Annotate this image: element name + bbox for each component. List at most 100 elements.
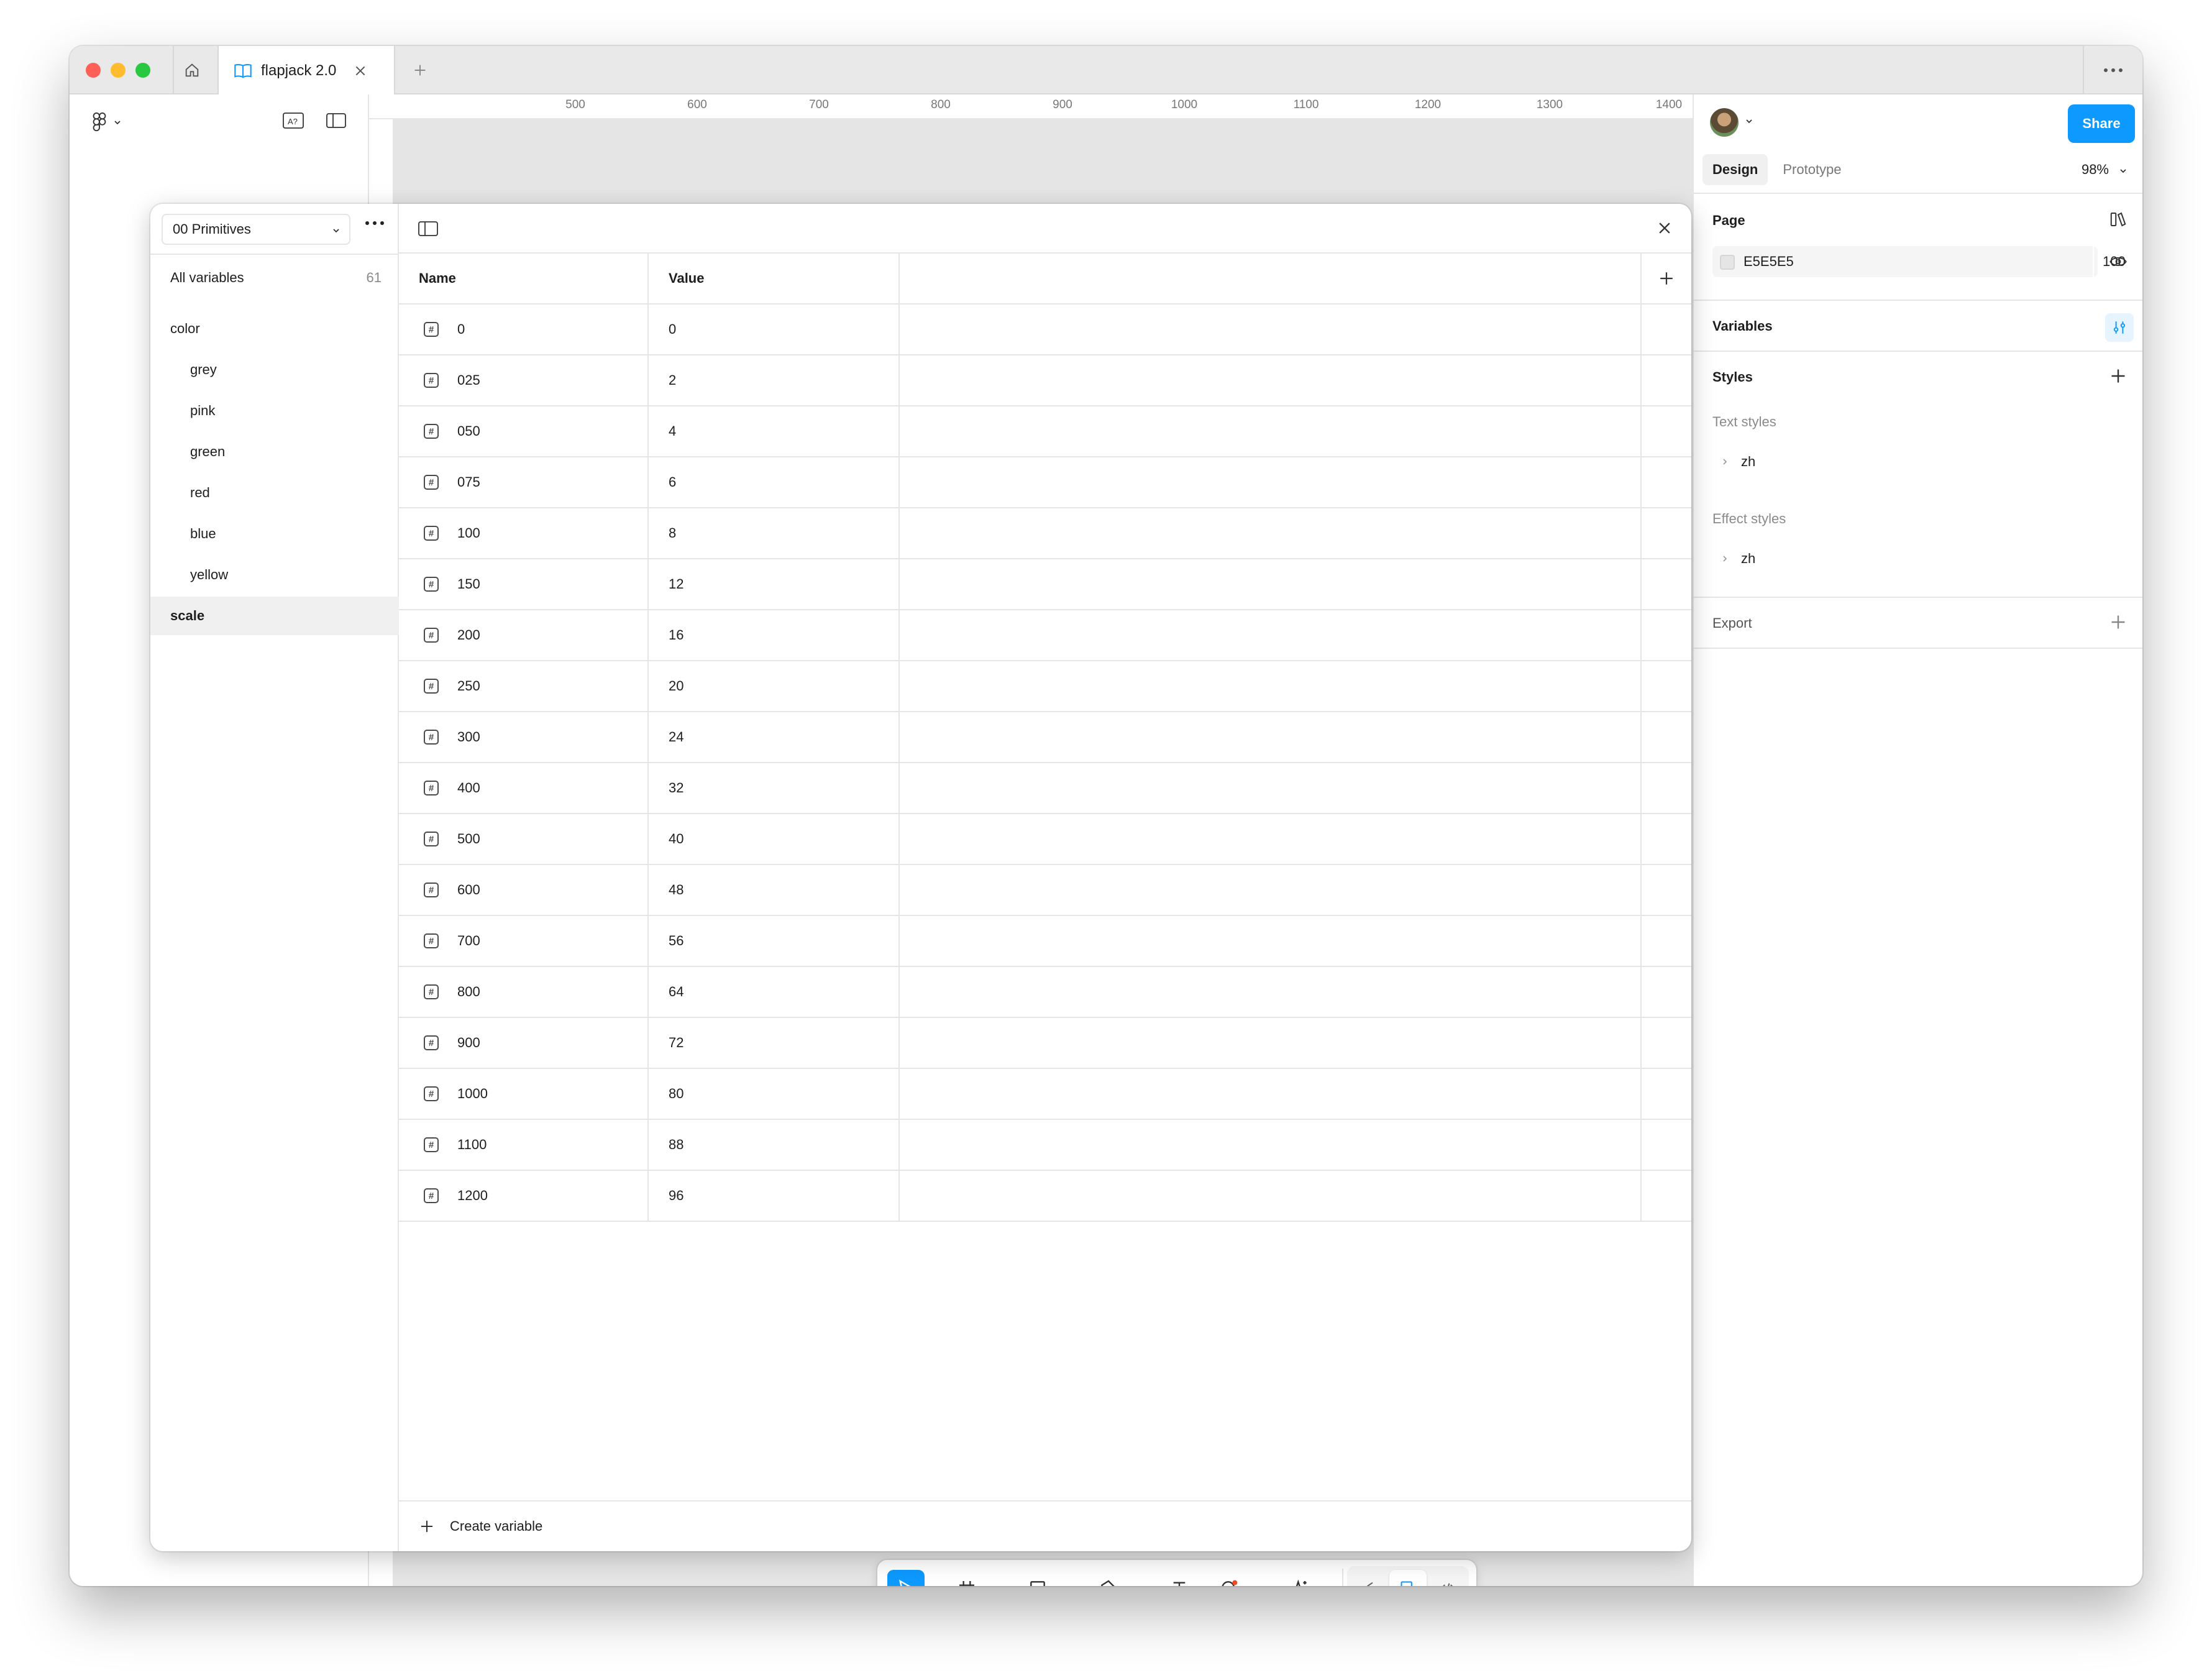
table-row[interactable]: #1000 80 (399, 1069, 1691, 1120)
table-row[interactable]: #1200 96 (399, 1171, 1691, 1222)
variable-value-cell[interactable]: 12 (649, 559, 900, 609)
variable-name-cell[interactable]: #050 (399, 406, 649, 456)
chevron-down-icon[interactable] (1264, 1584, 1273, 1586)
chevron-down-icon[interactable] (2119, 167, 2127, 175)
variable-name-cell[interactable]: #800 (399, 967, 649, 1017)
add-mode-icon[interactable] (1658, 270, 1675, 287)
home-button[interactable] (173, 46, 210, 94)
table-row[interactable]: #150 12 (399, 559, 1691, 610)
table-row[interactable]: #200 16 (399, 610, 1691, 661)
file-tab[interactable]: flapjack 2.0 (217, 46, 395, 96)
variable-value-cell[interactable]: 2 (649, 355, 900, 405)
variable-name-cell[interactable]: #200 (399, 610, 649, 660)
variables-button[interactable] (2105, 313, 2134, 342)
text-tool-button[interactable] (1161, 1570, 1198, 1586)
close-window-button[interactable] (86, 63, 101, 78)
variable-value-cell[interactable]: 56 (649, 916, 900, 966)
variable-value-cell[interactable]: 0 (649, 305, 900, 354)
add-style-icon[interactable] (2109, 367, 2127, 385)
sidebar-toggle-icon[interactable] (326, 112, 347, 129)
avatar[interactable] (1710, 108, 1739, 137)
variable-name-cell[interactable]: #300 (399, 712, 649, 762)
variable-name-cell[interactable]: #250 (399, 661, 649, 711)
create-variable-button[interactable]: Create variable (399, 1500, 1691, 1551)
variable-value-cell[interactable]: 32 (649, 763, 900, 813)
variable-value-cell[interactable]: 96 (649, 1171, 900, 1221)
ai-actions-button[interactable] (1281, 1570, 1319, 1586)
table-row[interactable]: #1100 88 (399, 1120, 1691, 1171)
group-item-red[interactable]: red (150, 474, 399, 512)
page-color-hex[interactable]: E5E5E5 (1744, 254, 1794, 270)
maximize-window-button[interactable] (135, 63, 150, 78)
group-item-blue[interactable]: blue (150, 515, 399, 553)
variable-value-cell[interactable]: 40 (649, 814, 900, 864)
zoom-level[interactable]: 98% (2082, 162, 2109, 178)
variable-value-cell[interactable]: 88 (649, 1120, 900, 1170)
table-row[interactable]: #075 6 (399, 457, 1691, 508)
variable-name-cell[interactable]: #900 (399, 1018, 649, 1068)
variable-name-cell[interactable]: #400 (399, 763, 649, 813)
pen-tool-button[interactable] (1090, 1570, 1127, 1586)
variable-name-cell[interactable]: #600 (399, 865, 649, 915)
chevron-down-icon[interactable] (1072, 1584, 1081, 1586)
group-item-color[interactable]: color (150, 309, 399, 348)
collection-select[interactable]: 00 Primitives (162, 214, 350, 245)
variable-name-cell[interactable]: #150 (399, 559, 649, 609)
dev-mode-button[interactable] (1429, 1570, 1466, 1586)
table-row[interactable]: #025 2 (399, 355, 1691, 406)
all-variables-item[interactable]: All variables 61 (170, 270, 382, 286)
close-icon[interactable] (1657, 220, 1673, 236)
tab-design[interactable]: Design (1702, 154, 1768, 185)
group-item-grey[interactable]: grey (150, 351, 399, 389)
close-tab-icon[interactable] (354, 64, 367, 78)
comment-tool-button[interactable] (1210, 1570, 1248, 1586)
variable-value-cell[interactable]: 48 (649, 865, 900, 915)
effect-style-group[interactable]: zh (1721, 551, 1755, 567)
color-swatch[interactable] (1720, 255, 1735, 270)
variable-name-cell[interactable]: #075 (399, 457, 649, 507)
chevron-down-icon[interactable] (1745, 117, 1753, 126)
page-color-field[interactable]: E5E5E5 100 % (1712, 246, 2126, 277)
variable-value-cell[interactable]: 80 (649, 1069, 900, 1119)
window-more-button[interactable] (2083, 46, 2142, 94)
group-item-scale[interactable]: scale (150, 597, 399, 635)
collection-more-icon[interactable] (365, 221, 384, 225)
variable-name-cell[interactable]: #100 (399, 508, 649, 558)
variable-value-cell[interactable]: 20 (649, 661, 900, 711)
chevron-down-icon[interactable] (931, 1584, 939, 1586)
minimize-window-button[interactable] (111, 63, 126, 78)
group-item-green[interactable]: green (150, 433, 399, 471)
variable-name-cell[interactable]: #1200 (399, 1171, 649, 1221)
eye-icon[interactable] (2109, 255, 2127, 268)
table-row[interactable]: #900 72 (399, 1018, 1691, 1069)
variable-name-cell[interactable]: #1000 (399, 1069, 649, 1119)
variable-name-cell[interactable]: #1100 (399, 1120, 649, 1170)
add-export-icon[interactable] (2109, 613, 2127, 631)
table-row[interactable]: #050 4 (399, 406, 1691, 457)
new-tab-button[interactable] (400, 46, 440, 94)
library-icon[interactable] (2109, 210, 2127, 229)
table-row[interactable]: #800 64 (399, 967, 1691, 1018)
table-row[interactable]: #600 48 (399, 865, 1691, 916)
share-button[interactable]: Share (2068, 104, 2135, 143)
table-row[interactable]: #300 24 (399, 712, 1691, 763)
move-tool-button[interactable] (887, 1570, 925, 1586)
variable-value-cell[interactable]: 64 (649, 967, 900, 1017)
variable-value-cell[interactable]: 6 (649, 457, 900, 507)
table-row[interactable]: #100 8 (399, 508, 1691, 559)
group-item-yellow[interactable]: yellow (150, 556, 399, 594)
variable-name-cell[interactable]: #700 (399, 916, 649, 966)
sidebar-toggle-icon[interactable] (418, 220, 439, 237)
draw-mode-button[interactable] (1350, 1570, 1387, 1586)
variable-name-cell[interactable]: #500 (399, 814, 649, 864)
table-row[interactable]: #700 56 (399, 916, 1691, 967)
table-row[interactable]: #0 0 (399, 305, 1691, 355)
design-mode-button[interactable] (1389, 1570, 1427, 1586)
group-item-pink[interactable]: pink (150, 392, 399, 430)
chevron-down-icon[interactable] (1143, 1584, 1152, 1586)
table-row[interactable]: #500 40 (399, 814, 1691, 865)
frame-tool-button[interactable] (948, 1570, 985, 1586)
variable-value-cell[interactable]: 16 (649, 610, 900, 660)
shape-tool-button[interactable] (1019, 1570, 1056, 1586)
variable-value-cell[interactable]: 4 (649, 406, 900, 456)
